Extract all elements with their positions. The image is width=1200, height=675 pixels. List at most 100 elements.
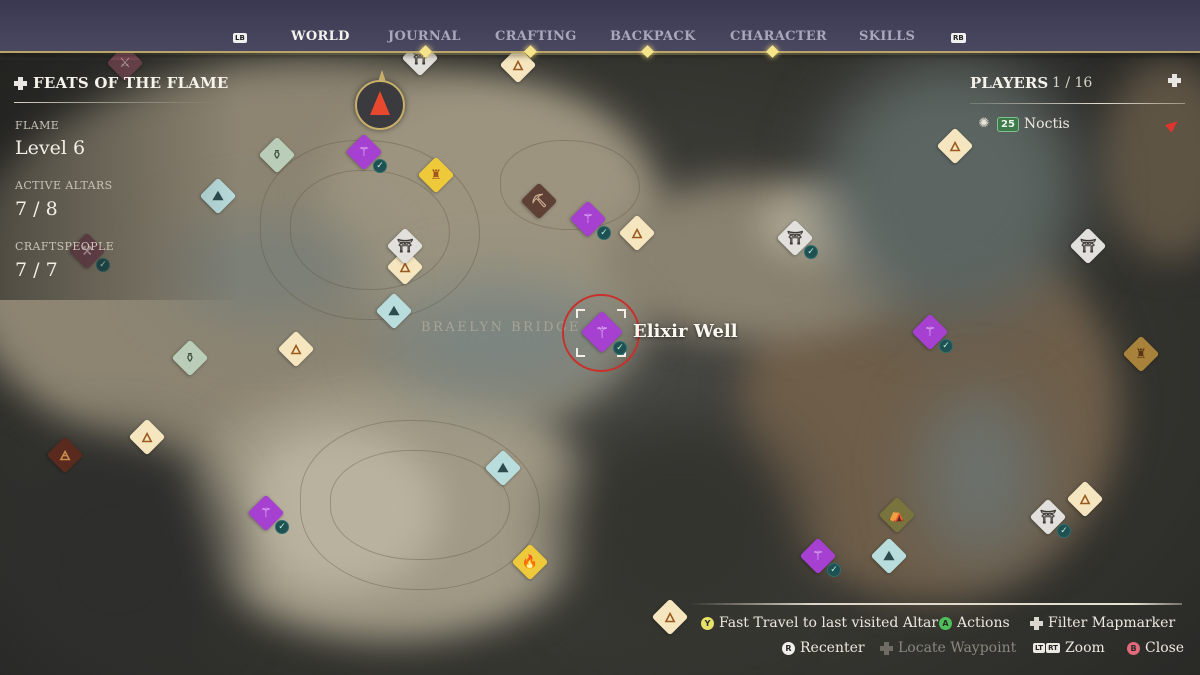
bonfire-icon: 🔥 (521, 554, 539, 570)
tab-world[interactable]: WORLD (291, 29, 350, 44)
lt-trigger-icon: LT (1033, 643, 1046, 653)
shrine-gate-marker[interactable]: ⛩ (386, 227, 424, 265)
fog (0, 440, 230, 675)
tab-backpack[interactable]: BACKPACK (610, 29, 696, 44)
dpad-icon (880, 641, 893, 655)
flame-icon: 🜂 (631, 227, 643, 242)
recenter-hint[interactable]: R Recenter (782, 640, 865, 656)
right-bumper-hint[interactable]: RB (951, 33, 966, 43)
flame-icon: 🜂 (1079, 493, 1091, 508)
divider (970, 103, 1185, 104)
completed-check-icon: ✓ (613, 341, 627, 355)
top-navigation-bar: LB WORLD JOURNAL CRAFTING BACKPACK CHARA… (0, 0, 1200, 55)
feats-title[interactable]: FEATS OF THE FLAME (14, 74, 229, 92)
gate-icon: ⛩ (396, 238, 414, 254)
recenter-label: Recenter (800, 640, 865, 656)
gate-icon: ⛩ (786, 230, 804, 246)
torch-icon: 🜁 (59, 449, 71, 464)
completed-check-icon: ✓ (1057, 524, 1071, 538)
rt-trigger-icon: RT (1046, 643, 1060, 653)
completed-check-icon: ✓ (827, 563, 841, 577)
players-title: PLAYERS (970, 74, 1049, 92)
selected-elixir-well-marker[interactable]: ⚚ ✓ (580, 310, 627, 355)
shrine-gate-marker[interactable]: ⛩ ✓ (1029, 498, 1071, 538)
contour (500, 140, 640, 230)
zoom-hint[interactable]: LT RT Zoom (1033, 640, 1105, 656)
shrine-gate-marker[interactable]: ⛩ (1069, 227, 1107, 265)
filter-mapmarker-hint[interactable]: Filter Mapmarker (1030, 615, 1175, 631)
tent-camp-marker[interactable]: ⛺ (878, 496, 916, 534)
completed-check-icon: ✓ (373, 159, 387, 173)
selection-bracket (576, 348, 585, 357)
elixir-well-marker[interactable]: ⚚✓ (569, 200, 611, 240)
mountain-icon: ⛰ (883, 548, 895, 564)
flame-level: Level 6 (15, 137, 86, 159)
grave-icon: ⚱ (271, 147, 283, 163)
selection-bracket (576, 309, 585, 318)
grave-shrine-marker[interactable]: ⚱ (258, 136, 296, 174)
spire-icon: ♜ (430, 167, 442, 183)
fast-travel-hint[interactable]: Y Fast Travel to last visited Altar (701, 615, 938, 631)
gate-icon: ⛩ (1039, 509, 1057, 525)
elixir-well-icon: ⚚ (924, 324, 936, 340)
completed-check-icon: ✓ (597, 226, 611, 240)
flame-altar-marker[interactable]: 🜂 (618, 214, 656, 252)
actions-hint[interactable]: A Actions (939, 615, 1010, 631)
contour (330, 450, 510, 560)
mountain-camp-marker[interactable]: ⛰ (870, 537, 908, 575)
flame-crown-icon: ✺ (978, 116, 990, 131)
tab-character[interactable]: CHARACTER (730, 29, 827, 44)
flame-altar-marker[interactable]: 🜂 (499, 46, 537, 84)
active-altars-label: ACTIVE ALTARS (15, 179, 113, 192)
region-label: BRAELYN BRIDGE (421, 320, 581, 335)
mountain-camp-marker[interactable]: ⛰ (484, 449, 522, 487)
craftspeople-value: 7 / 7 (15, 259, 58, 281)
grave-icon: ⚱ (184, 350, 196, 366)
mountain-icon: ⛰ (497, 460, 509, 476)
y-button-icon: Y (701, 616, 714, 630)
player-level-badge: 25 (997, 116, 1019, 132)
mine-marker[interactable]: ⛏ (520, 182, 558, 220)
gate-icon: ⛩ (1079, 238, 1097, 254)
right-stick-icon: R (782, 641, 795, 655)
locate-waypoint-hint[interactable]: Locate Waypoint (880, 640, 1016, 656)
completed-check-icon: ✓ (804, 245, 818, 259)
elixir-well-marker[interactable]: ⚚✓ (247, 494, 289, 534)
flame-altar-marker[interactable]: 🜂 (936, 127, 974, 165)
mountain-camp-marker[interactable]: ⛰ (375, 292, 413, 330)
feats-title-text: FEATS OF THE FLAME (33, 74, 229, 92)
fast-travel-label: Fast Travel to last visited Altar (719, 615, 939, 631)
flame-altar-marker[interactable]: 🜂 (277, 330, 315, 368)
bonfire-marker[interactable]: 🔥 (511, 543, 549, 581)
player-list-item[interactable]: ✺ 25 Noctis (976, 116, 1070, 132)
tab-journal[interactable]: JOURNAL (388, 29, 461, 44)
selected-marker-label: Elixir Well (633, 321, 738, 342)
ancient-spire-marker[interactable]: ♜ (1122, 335, 1160, 373)
flame-icon: 🜂 (949, 140, 961, 155)
flame-altar-marker[interactable]: 🜂 (128, 418, 166, 456)
tab-crafting[interactable]: CRAFTING (495, 29, 577, 44)
grave-shrine-marker[interactable]: ⚱ (171, 339, 209, 377)
shrine-gate-marker[interactable]: ⛩ ✓ (776, 219, 818, 259)
close-hint[interactable]: B Close (1127, 640, 1184, 656)
tent-icon: ⛺ (888, 507, 906, 523)
elixir-well-marker[interactable]: ⚚✓ (345, 133, 387, 173)
fog (820, 60, 1080, 320)
torch-marker[interactable]: 🜁 (46, 436, 84, 474)
elixir-well-marker[interactable]: ⚚✓ (911, 313, 953, 353)
a-button-icon: A (939, 616, 952, 630)
flame-altar-marker[interactable]: 🜂 (651, 598, 689, 636)
ancient-spire-marker[interactable]: ♜ (417, 156, 455, 194)
elixir-well-marker[interactable]: ⚚✓ (799, 537, 841, 577)
elixir-well-icon: ⚚ (260, 505, 272, 521)
terrain (1100, 60, 1200, 260)
zoom-label: Zoom (1064, 640, 1105, 656)
elixir-well-icon: ⚚ (594, 322, 610, 342)
tab-skills[interactable]: SKILLS (859, 29, 915, 44)
flame-altar-marker[interactable]: 🜂 (1066, 480, 1104, 518)
divider (690, 603, 1182, 605)
locate-waypoint-label: Locate Waypoint (898, 640, 1017, 656)
player-location-marker[interactable] (355, 70, 405, 130)
flame-icon: 🜂 (290, 343, 302, 358)
dpad-icon[interactable] (1168, 74, 1181, 87)
